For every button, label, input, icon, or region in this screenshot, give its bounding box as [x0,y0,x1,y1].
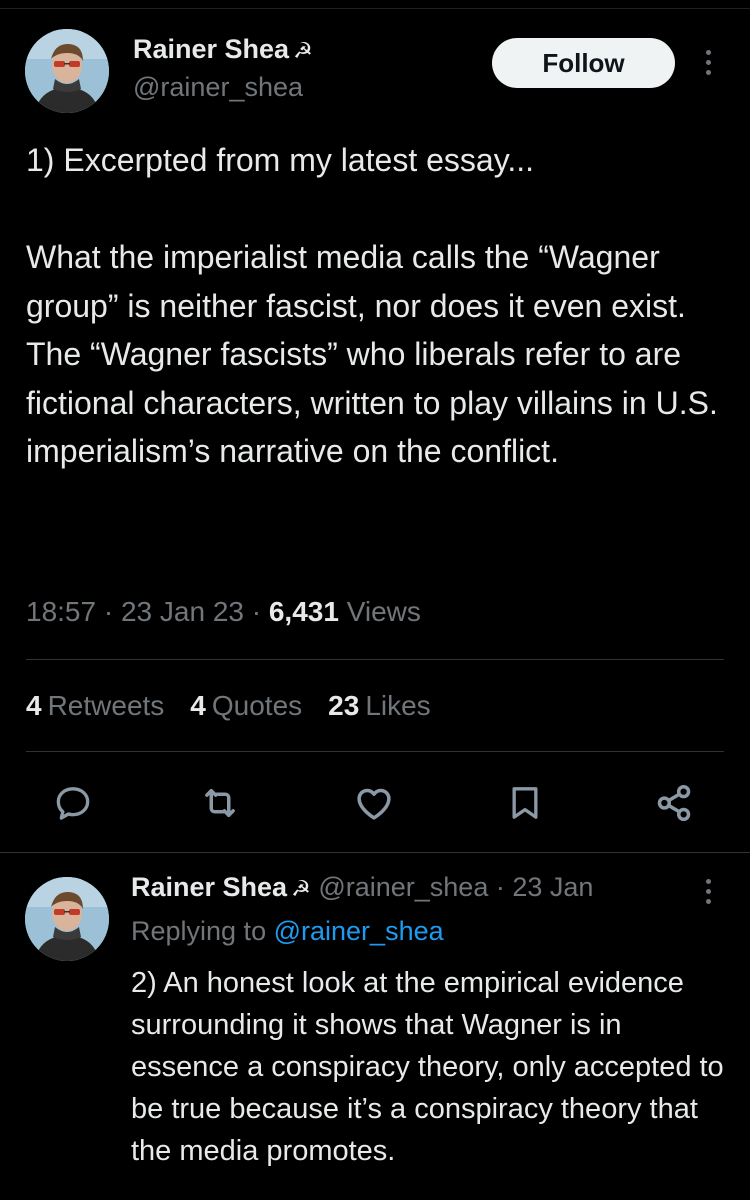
follow-button[interactable]: Follow [492,38,675,88]
tweet-text-body: What the imperialist media calls the “Wa… [26,239,718,469]
author-avatar[interactable] [25,29,109,113]
likes-label: Likes [365,690,431,721]
reply-more-options-icon[interactable] [704,879,712,904]
retweet-icon[interactable] [196,779,244,827]
replying-to: Replying to @rainer_shea [131,916,444,947]
author-handle[interactable]: @rainer_shea [133,72,303,103]
author-name-text: Rainer Shea [133,34,290,64]
tweet-text-line1: 1) Excerpted from my latest essay... [26,142,535,178]
likes-stat[interactable]: 23 Likes [328,690,431,722]
tweet-meta: 18:57 · 23 Jan 23 · 6,431 Views [26,596,421,627]
quotes-stat[interactable]: 4 Quotes [190,690,302,722]
quotes-label: Quotes [211,690,303,721]
divider [0,852,750,853]
reply-date[interactable]: 23 Jan [512,872,593,902]
like-icon[interactable] [350,779,398,827]
retweets-count: 4 [26,690,42,721]
likes-count: 23 [328,690,360,721]
reply-author-name[interactable]: Rainer Shea [131,872,287,902]
replying-to-mention[interactable]: @rainer_shea [274,916,444,946]
divider [26,659,724,660]
top-divider [0,8,750,9]
reply-text: 2) An honest look at the empirical evide… [131,967,724,1167]
reply-icon[interactable] [49,779,97,827]
retweets-stat[interactable]: 4 Retweets [26,690,164,722]
hammer-sickle-icon: ☭ [293,38,313,63]
more-options-icon[interactable] [704,50,712,75]
retweets-label: Retweets [47,690,165,721]
replying-to-label: Replying to [131,916,267,946]
share-icon[interactable] [650,779,698,827]
divider [26,751,724,752]
reply-author-avatar[interactable] [25,877,109,961]
reply-author-handle[interactable]: @rainer_shea [318,872,488,902]
reply-header: Rainer Shea ☭ @rainer_shea · 23 Jan [131,872,594,902]
tweet-time[interactable]: 18:57 [26,596,96,627]
views-count: 6,431 [268,596,339,627]
hammer-sickle-icon: ☭ [291,876,311,901]
author-name[interactable]: Rainer Shea ☭ [133,34,313,65]
tweet-text: 1) Excerpted from my latest essay... Wha… [26,136,731,476]
quotes-count: 4 [190,690,206,721]
bookmark-icon[interactable] [501,779,549,827]
tweet-date[interactable]: 23 Jan 23 [121,596,244,627]
tweet-stats: 4 Retweets 4 Quotes 23 Likes [26,690,431,722]
views-label: Views [346,596,421,627]
